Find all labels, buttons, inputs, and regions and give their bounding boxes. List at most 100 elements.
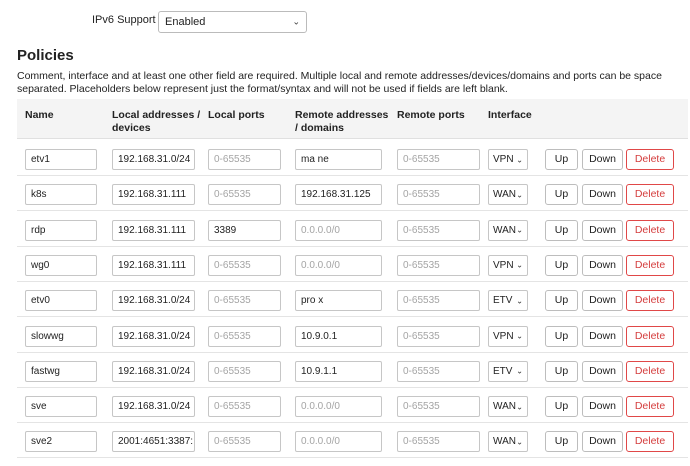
up-button[interactable]: Up bbox=[545, 219, 578, 241]
local-addresses-input[interactable]: 2001:4651:3387::/4 bbox=[112, 431, 195, 453]
up-button[interactable]: Up bbox=[545, 360, 578, 382]
down-button[interactable]: Down bbox=[582, 149, 623, 170]
local-addresses-input[interactable]: 192.168.31.0/24 bbox=[112, 290, 195, 312]
local-ports-input[interactable]: 0-65535 bbox=[208, 360, 281, 382]
down-button[interactable]: Down bbox=[582, 396, 623, 418]
name-input[interactable]: wg0 bbox=[25, 254, 97, 276]
down-button[interactable]: Down bbox=[582, 360, 623, 382]
interface-select[interactable]: WAN ⌄ bbox=[488, 184, 528, 206]
up-button[interactable]: Up bbox=[545, 290, 578, 312]
delete-button[interactable]: Delete bbox=[626, 254, 674, 276]
interface-select[interactable]: ETV ⌄ bbox=[488, 360, 528, 382]
name-input[interactable]: k8s bbox=[25, 184, 97, 206]
remote-ports-input[interactable]: 0-65535 bbox=[397, 431, 480, 453]
delete-button[interactable]: Delete bbox=[626, 290, 674, 312]
name-input[interactable]: etv1 bbox=[25, 149, 97, 170]
up-button[interactable]: Up bbox=[545, 149, 578, 170]
local-addresses-input[interactable]: 192.168.31.111 bbox=[112, 254, 195, 276]
interface-select[interactable]: VPN ⌄ bbox=[488, 254, 528, 276]
remote-addresses-input[interactable]: 192.168.31.125 bbox=[295, 184, 382, 206]
down-button[interactable]: Down bbox=[582, 325, 623, 347]
interface-select[interactable]: WAN ⌄ bbox=[488, 431, 528, 453]
col-header-name: Name bbox=[25, 109, 54, 121]
up-button[interactable]: Up bbox=[545, 184, 578, 206]
name-input[interactable]: sve2 bbox=[25, 431, 97, 453]
local-addresses-input[interactable]: 192.168.31.0/24 bbox=[112, 325, 195, 347]
delete-button[interactable]: Delete bbox=[626, 431, 674, 453]
delete-button[interactable]: Delete bbox=[626, 219, 674, 241]
local-ports-input[interactable]: 0-65535 bbox=[208, 184, 281, 206]
remote-addresses-input[interactable]: ma ne bbox=[295, 149, 382, 170]
interface-value: VPN bbox=[493, 330, 514, 342]
table-row: sve 192.168.31.0/24 0-65535 0.0.0.0/0 0-6553… bbox=[17, 388, 688, 424]
table-row: slowwg 192.168.31.0/24 0-65535 10.9.0.1 0-65… bbox=[17, 318, 688, 353]
local-addresses-input[interactable]: 192.168.31.111 bbox=[112, 184, 195, 206]
interface-value: WAN bbox=[493, 436, 516, 448]
up-button[interactable]: Up bbox=[545, 396, 578, 418]
remote-ports-input[interactable]: 0-65535 bbox=[397, 219, 480, 241]
chevron-down-icon: ⌄ bbox=[516, 225, 523, 235]
up-button[interactable]: Up bbox=[545, 431, 578, 453]
down-button[interactable]: Down bbox=[582, 184, 623, 206]
col-header-remote-ports: Remote ports bbox=[397, 109, 465, 121]
remote-addresses-input[interactable]: 0.0.0.0/0 bbox=[295, 431, 382, 453]
remote-ports-input[interactable]: 0-65535 bbox=[397, 149, 480, 170]
up-button[interactable]: Up bbox=[545, 254, 578, 276]
interface-value: ETV bbox=[493, 365, 513, 377]
interface-select[interactable]: ETV ⌄ bbox=[488, 290, 528, 312]
remote-ports-input[interactable]: 0-65535 bbox=[397, 360, 480, 382]
chevron-down-icon: ⌄ bbox=[516, 155, 523, 164]
local-addresses-input[interactable]: 192.168.31.0/24 bbox=[112, 360, 195, 382]
remote-ports-input[interactable]: 0-65535 bbox=[397, 325, 480, 347]
local-addresses-input[interactable]: 192.168.31.111 bbox=[112, 219, 195, 241]
interface-select[interactable]: VPN ⌄ bbox=[488, 149, 528, 170]
remote-addresses-input[interactable]: pro x bbox=[295, 290, 382, 312]
ipv6-support-select[interactable]: Enabled ⌄ bbox=[158, 11, 307, 33]
name-input[interactable]: etv0 bbox=[25, 290, 97, 312]
interface-value: WAN bbox=[493, 401, 516, 413]
local-ports-input[interactable]: 0-65535 bbox=[208, 325, 281, 347]
local-ports-input[interactable]: 0-65535 bbox=[208, 396, 281, 418]
local-ports-input[interactable]: 0-65535 bbox=[208, 149, 281, 170]
local-ports-input[interactable]: 0-65535 bbox=[208, 431, 281, 453]
interface-select[interactable]: WAN ⌄ bbox=[488, 219, 528, 241]
remote-addresses-input[interactable]: 0.0.0.0/0 bbox=[295, 254, 382, 276]
table-row: rdp 192.168.31.111 3389 0.0.0.0/0 0-65535 WAN… bbox=[17, 212, 688, 247]
local-ports-input[interactable]: 3389 bbox=[208, 219, 281, 241]
up-button[interactable]: Up bbox=[545, 325, 578, 347]
local-addresses-input[interactable]: 192.168.31.0/24 bbox=[112, 396, 195, 418]
delete-button[interactable]: Delete bbox=[626, 360, 674, 382]
down-button[interactable]: Down bbox=[582, 431, 623, 453]
name-input[interactable]: sve bbox=[25, 396, 97, 418]
remote-ports-input[interactable]: 0-65535 bbox=[397, 254, 480, 276]
local-ports-input[interactable]: 0-65535 bbox=[208, 254, 281, 276]
delete-button[interactable]: Delete bbox=[626, 396, 674, 418]
chevron-down-icon: ⌄ bbox=[516, 366, 523, 376]
name-input[interactable]: rdp bbox=[25, 219, 97, 241]
down-button[interactable]: Down bbox=[582, 290, 623, 312]
remote-ports-input[interactable]: 0-65535 bbox=[397, 290, 480, 312]
name-input[interactable]: slowwg bbox=[25, 325, 97, 347]
interface-value: VPN bbox=[493, 154, 514, 165]
interface-select[interactable]: WAN ⌄ bbox=[488, 396, 528, 418]
name-input[interactable]: fastwg bbox=[25, 360, 97, 382]
remote-ports-input[interactable]: 0-65535 bbox=[397, 396, 480, 418]
remote-addresses-input[interactable]: 0.0.0.0/0 bbox=[295, 396, 382, 418]
delete-button[interactable]: Delete bbox=[626, 184, 674, 206]
delete-button[interactable]: Delete bbox=[626, 325, 674, 347]
delete-button[interactable]: Delete bbox=[626, 149, 674, 170]
interface-select[interactable]: VPN ⌄ bbox=[488, 325, 528, 347]
chevron-down-icon: ⌄ bbox=[292, 16, 300, 27]
remote-addresses-input[interactable]: 10.9.0.1 bbox=[295, 325, 382, 347]
col-header-local-ports: Local ports bbox=[208, 109, 265, 121]
chevron-down-icon: ⌄ bbox=[516, 437, 523, 447]
down-button[interactable]: Down bbox=[582, 219, 623, 241]
down-button[interactable]: Down bbox=[582, 254, 623, 276]
table-row: k8s 192.168.31.111 0-65535 192.168.31.125 0-… bbox=[17, 176, 688, 212]
remote-addresses-input[interactable]: 10.9.1.1 bbox=[295, 360, 382, 382]
chevron-down-icon: ⌄ bbox=[516, 190, 523, 200]
remote-addresses-input[interactable]: 0.0.0.0/0 bbox=[295, 219, 382, 241]
local-ports-input[interactable]: 0-65535 bbox=[208, 290, 281, 312]
local-addresses-input[interactable]: 192.168.31.0/24 bbox=[112, 149, 195, 170]
remote-ports-input[interactable]: 0-65535 bbox=[397, 184, 480, 206]
